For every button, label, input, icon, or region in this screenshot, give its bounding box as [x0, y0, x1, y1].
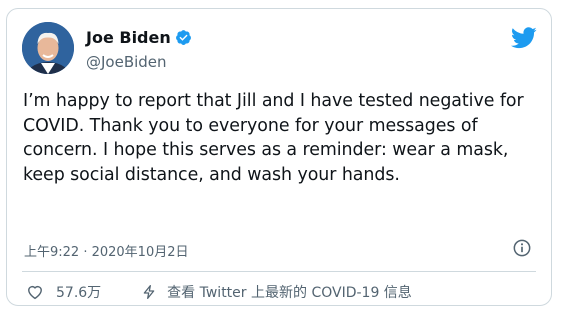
- like-button[interactable]: 57.6万: [26, 282, 101, 302]
- tweet-actions-bar: 57.6万 查看 Twitter 上最新的 COVID-19 信息: [26, 282, 412, 302]
- verified-badge-icon: [175, 30, 191, 45]
- author-handle[interactable]: @JoeBiden: [86, 53, 167, 71]
- heart-icon: [28, 285, 42, 300]
- divider: [22, 271, 536, 272]
- twitter-bird-icon[interactable]: [511, 27, 537, 49]
- like-count: 57.6万: [56, 285, 102, 301]
- covid-info-label: 查看 Twitter 上最新的 COVID-19 信息: [167, 285, 412, 301]
- tweet-text: I’m happy to report that Jill and I have…: [23, 91, 524, 185]
- tweet-timestamp[interactable]: 上午9:22 · 2020年10月2日: [24, 241, 189, 260]
- author-name-row[interactable]: Joe Biden: [86, 28, 192, 47]
- info-icon[interactable]: [512, 238, 532, 258]
- avatar[interactable]: [22, 22, 74, 74]
- avatar-image: [22, 22, 74, 74]
- tweet-card[interactable]: Joe Biden @JoeBiden I’m happy to report …: [6, 8, 552, 306]
- author-display-name[interactable]: Joe Biden: [86, 28, 171, 47]
- covid-info-link[interactable]: 查看 Twitter 上最新的 COVID-19 信息: [141, 282, 412, 302]
- lightning-icon: [143, 285, 155, 299]
